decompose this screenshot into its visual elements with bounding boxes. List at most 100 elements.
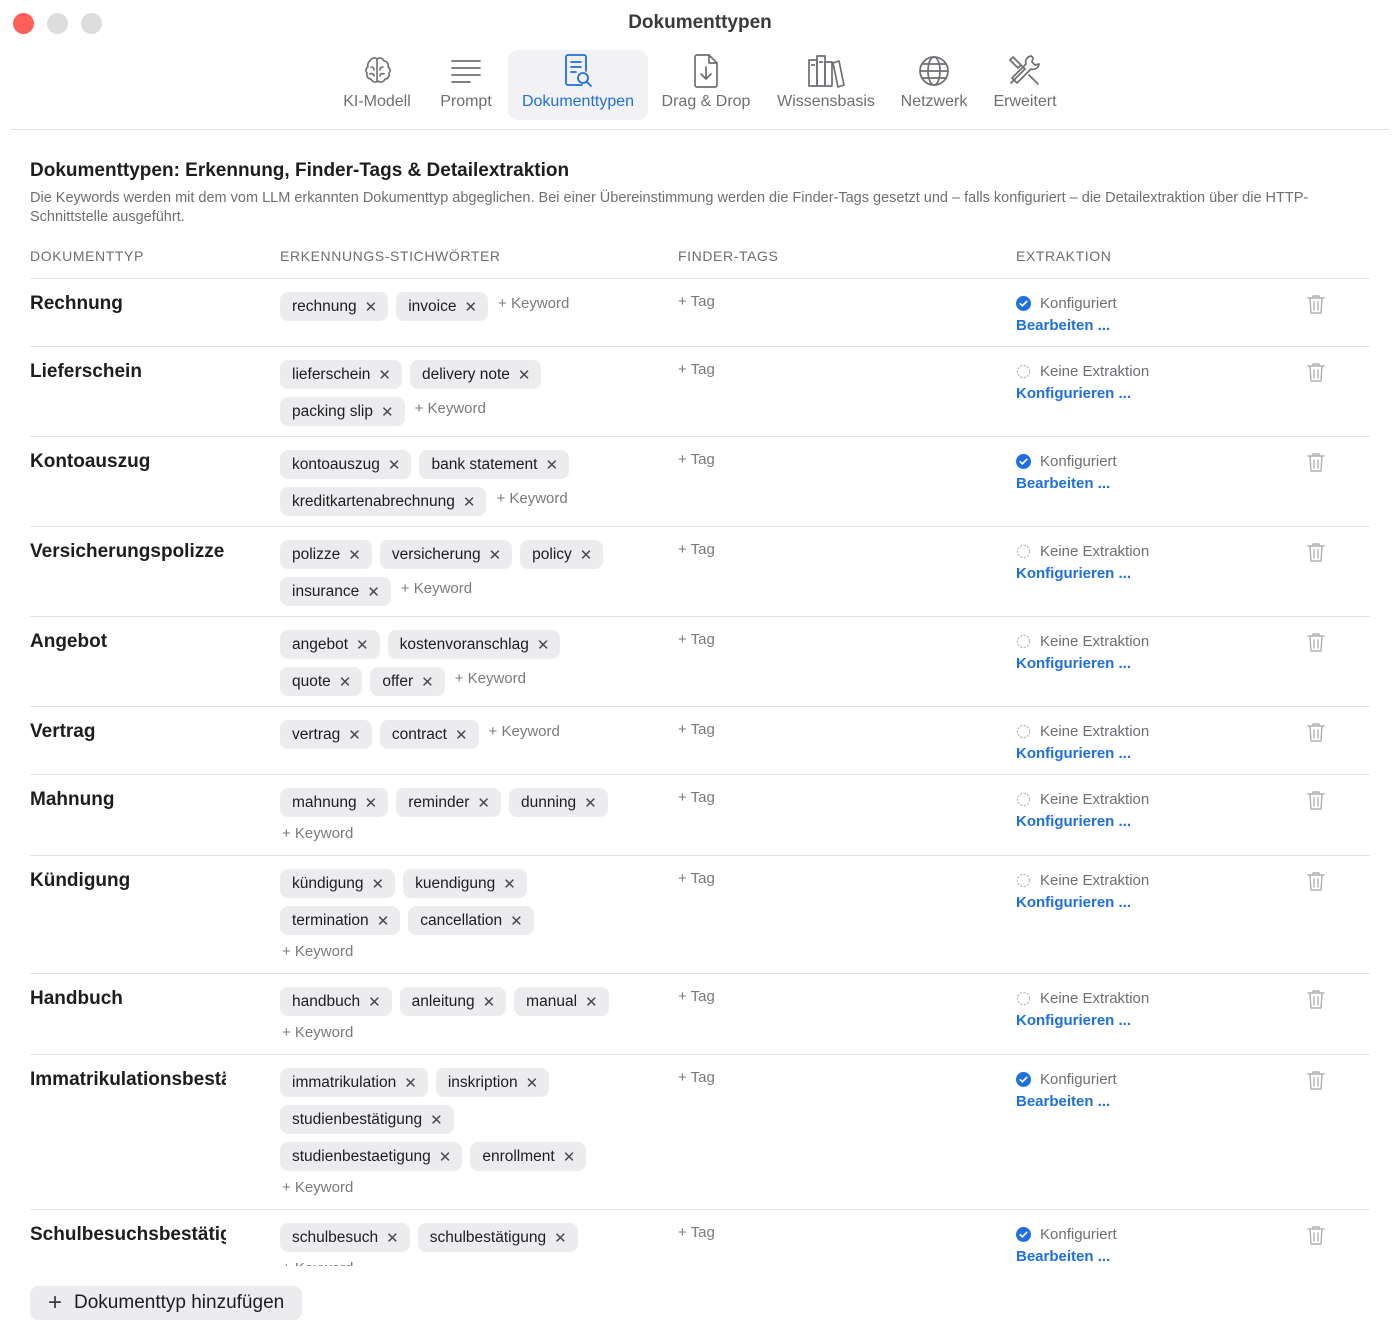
trash-icon[interactable] <box>1306 451 1326 473</box>
add-keyword-button[interactable]: + Keyword <box>399 574 474 603</box>
add-tag-button[interactable]: + Tag <box>678 293 715 310</box>
trash-icon[interactable] <box>1306 293 1326 315</box>
trash-icon[interactable] <box>1306 789 1326 811</box>
doctype-name[interactable]: Angebot <box>30 631 226 653</box>
doctype-name[interactable]: Mahnung <box>30 789 226 811</box>
configure-extraction-link[interactable]: Konfigurieren ... <box>1016 565 1149 582</box>
remove-keyword-icon[interactable]: ✕ <box>580 546 593 564</box>
remove-keyword-icon[interactable]: ✕ <box>455 726 468 744</box>
doctype-name[interactable]: Immatrikulationsbestätigung <box>30 1069 226 1091</box>
doctype-name[interactable]: Vertrag <box>30 721 226 743</box>
remove-keyword-icon[interactable]: ✕ <box>489 546 502 564</box>
add-keyword-button[interactable]: + Keyword <box>280 941 630 961</box>
remove-keyword-icon[interactable]: ✕ <box>464 298 477 316</box>
remove-keyword-icon[interactable]: ✕ <box>537 636 550 654</box>
doctype-name[interactable]: Kontoauszug <box>30 451 226 473</box>
configure-extraction-link[interactable]: Konfigurieren ... <box>1016 655 1149 672</box>
trash-icon[interactable] <box>1306 541 1326 563</box>
edit-extraction-link[interactable]: Bearbeiten ... <box>1016 1248 1117 1265</box>
remove-keyword-icon[interactable]: ✕ <box>368 993 381 1011</box>
add-tag-button[interactable]: + Tag <box>678 361 715 378</box>
add-keyword-button[interactable]: + Keyword <box>487 717 562 746</box>
tab-ki-modell[interactable]: KI-Modell <box>336 50 418 120</box>
keyword-chip: studienbestätigung ✕ <box>280 1105 454 1134</box>
add-tag-button[interactable]: + Tag <box>678 541 715 558</box>
doctype-name[interactable]: Rechnung <box>30 293 226 315</box>
remove-keyword-icon[interactable]: ✕ <box>377 912 390 930</box>
remove-keyword-icon[interactable]: ✕ <box>348 546 361 564</box>
add-keyword-button[interactable]: + Keyword <box>280 1022 630 1042</box>
remove-keyword-icon[interactable]: ✕ <box>463 493 476 511</box>
trash-icon[interactable] <box>1306 870 1326 892</box>
add-tag-button[interactable]: + Tag <box>678 1224 715 1241</box>
trash-icon[interactable] <box>1306 988 1326 1010</box>
remove-keyword-icon[interactable]: ✕ <box>378 366 391 384</box>
trash-icon[interactable] <box>1306 1069 1326 1091</box>
remove-keyword-icon[interactable]: ✕ <box>367 583 380 601</box>
configure-extraction-link[interactable]: Konfigurieren ... <box>1016 1012 1149 1029</box>
trash-icon[interactable] <box>1306 721 1326 743</box>
trash-icon[interactable] <box>1306 361 1326 383</box>
configure-extraction-link[interactable]: Konfigurieren ... <box>1016 385 1149 402</box>
doctype-name[interactable]: Versicherungspolizze <box>30 541 226 563</box>
add-keyword-button[interactable]: + Keyword <box>280 823 630 843</box>
remove-keyword-icon[interactable]: ✕ <box>477 794 490 812</box>
tab-dokumenttypen[interactable]: Dokumenttypen <box>508 50 648 120</box>
add-tag-button[interactable]: + Tag <box>678 721 715 738</box>
add-tag-button[interactable]: + Tag <box>678 789 715 806</box>
tab-erweitert[interactable]: Erweitert <box>986 50 1064 120</box>
add-doctype-button[interactable]: + Dokumenttyp hinzufügen <box>30 1286 303 1320</box>
remove-keyword-icon[interactable]: ✕ <box>421 673 434 691</box>
remove-keyword-icon[interactable]: ✕ <box>526 1074 539 1092</box>
remove-keyword-icon[interactable]: ✕ <box>585 993 598 1011</box>
doctype-name[interactable]: Handbuch <box>30 988 226 1010</box>
remove-keyword-icon[interactable]: ✕ <box>381 403 394 421</box>
remove-keyword-icon[interactable]: ✕ <box>518 366 531 384</box>
doctype-name[interactable]: Schulbesuchsbestätigung <box>30 1224 226 1246</box>
add-tag-button[interactable]: + Tag <box>678 988 715 1005</box>
add-tag-button[interactable]: + Tag <box>678 1069 715 1086</box>
remove-keyword-icon[interactable]: ✕ <box>545 456 558 474</box>
trash-icon[interactable] <box>1306 631 1326 653</box>
add-keyword-button[interactable]: + Keyword <box>453 664 528 693</box>
keyword-text: enrollment <box>482 1147 555 1165</box>
tab-wissensbasis[interactable]: Wissensbasis <box>770 50 882 120</box>
remove-keyword-icon[interactable]: ✕ <box>365 298 378 316</box>
edit-extraction-link[interactable]: Bearbeiten ... <box>1016 1093 1117 1110</box>
tab-netzwerk[interactable]: Netzwerk <box>894 50 974 120</box>
remove-keyword-icon[interactable]: ✕ <box>554 1229 567 1247</box>
add-tag-button[interactable]: + Tag <box>678 870 715 887</box>
remove-keyword-icon[interactable]: ✕ <box>348 726 361 744</box>
remove-keyword-icon[interactable]: ✕ <box>439 1148 452 1166</box>
trash-icon[interactable] <box>1306 1224 1326 1246</box>
add-tag-button[interactable]: + Tag <box>678 631 715 648</box>
add-keyword-button[interactable]: + Keyword <box>280 1177 630 1197</box>
edit-extraction-link[interactable]: Bearbeiten ... <box>1016 475 1117 492</box>
add-keyword-button[interactable]: + Keyword <box>280 1254 355 1266</box>
remove-keyword-icon[interactable]: ✕ <box>563 1148 576 1166</box>
remove-keyword-icon[interactable]: ✕ <box>430 1111 443 1129</box>
edit-extraction-link[interactable]: Bearbeiten ... <box>1016 317 1117 334</box>
configure-extraction-link[interactable]: Konfigurieren ... <box>1016 813 1149 830</box>
tab-prompt[interactable]: Prompt <box>432 50 500 120</box>
remove-keyword-icon[interactable]: ✕ <box>365 794 378 812</box>
remove-keyword-icon[interactable]: ✕ <box>386 1229 399 1247</box>
remove-keyword-icon[interactable]: ✕ <box>388 456 401 474</box>
add-keyword-button[interactable]: + Keyword <box>494 484 569 513</box>
add-keyword-button[interactable]: + Keyword <box>413 394 488 423</box>
doctype-name[interactable]: Lieferschein <box>30 361 226 383</box>
remove-keyword-icon[interactable]: ✕ <box>372 875 385 893</box>
remove-keyword-icon[interactable]: ✕ <box>356 636 369 654</box>
remove-keyword-icon[interactable]: ✕ <box>483 993 496 1011</box>
doctype-name[interactable]: Kündigung <box>30 870 226 892</box>
remove-keyword-icon[interactable]: ✕ <box>339 673 352 691</box>
remove-keyword-icon[interactable]: ✕ <box>510 912 523 930</box>
remove-keyword-icon[interactable]: ✕ <box>404 1074 417 1092</box>
remove-keyword-icon[interactable]: ✕ <box>503 875 516 893</box>
remove-keyword-icon[interactable]: ✕ <box>584 794 597 812</box>
add-keyword-button[interactable]: + Keyword <box>496 289 571 318</box>
configure-extraction-link[interactable]: Konfigurieren ... <box>1016 894 1149 911</box>
tab-drag-drop[interactable]: Drag & Drop <box>656 50 756 120</box>
configure-extraction-link[interactable]: Konfigurieren ... <box>1016 745 1149 762</box>
add-tag-button[interactable]: + Tag <box>678 451 715 468</box>
